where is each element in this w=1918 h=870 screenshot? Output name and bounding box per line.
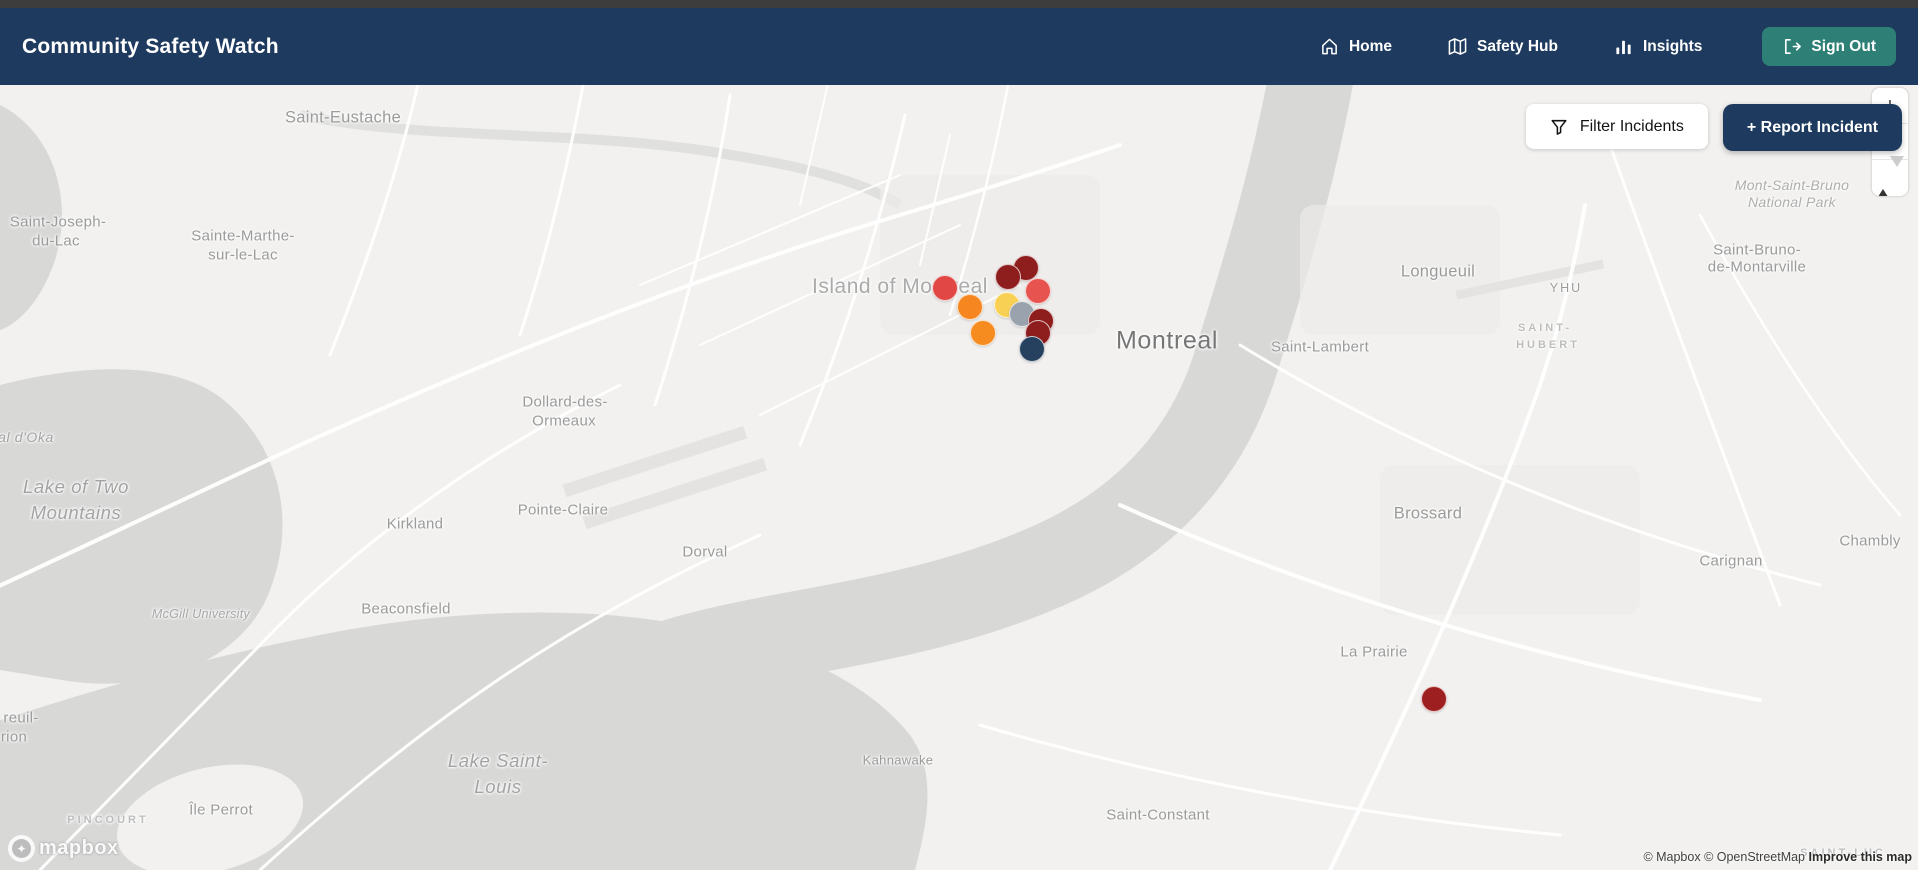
- map-label-sur-le-lac: sur-le-Lac: [208, 246, 278, 264]
- map-label-al-d-oka: al d'Oka: [0, 429, 54, 445]
- compass-button[interactable]: [1872, 156, 1908, 196]
- map-label-ormeaux: Ormeaux: [532, 412, 596, 430]
- sign-out-button[interactable]: Sign Out: [1762, 27, 1896, 66]
- map-label-sainte-marthe: Sainte-Marthe-: [191, 227, 295, 245]
- main-nav: Home Safety Hub Insights Sign Out: [1320, 27, 1896, 66]
- map-label-dollard-des: Dollard-des-: [522, 393, 608, 411]
- incident-marker[interactable]: [1019, 336, 1045, 362]
- app-header: Community Safety Watch Home Safety Hub I…: [0, 8, 1918, 85]
- map-label-hubert: HUBERT: [1516, 339, 1580, 351]
- map-label-pointe-claire: Pointe-Claire: [517, 501, 609, 519]
- map-toolbar: Filter Incidents + Report Incident: [1525, 104, 1902, 151]
- map-canvas[interactable]: Saint-Eustache Saint-Joseph-du-Lac Sainte-…: [0, 85, 1918, 870]
- map-label-reuil: reuil-: [3, 709, 39, 727]
- incident-marker[interactable]: [970, 320, 996, 346]
- report-incident-button[interactable]: + Report Incident: [1722, 104, 1902, 151]
- map-label-yhu: YHU: [1549, 281, 1583, 295]
- map-label-de-montarville: de-Montarville: [1707, 258, 1807, 276]
- nav-item-label: Insights: [1643, 37, 1703, 55]
- mapbox-logo-icon: ✦: [8, 835, 35, 862]
- compass-icon-south: [1890, 156, 1904, 189]
- map-label-mcgill-university: McGill University: [151, 607, 251, 621]
- sign-out-icon: [1785, 39, 1802, 54]
- map-label-brossard: Brossard: [1393, 504, 1463, 523]
- map-label-pincourt: PINCOURT: [67, 814, 149, 826]
- map-label-saint-lambert: Saint-Lambert: [1270, 338, 1370, 356]
- map-label-la-prairie: La Prairie: [1340, 643, 1408, 661]
- map-label-lake-saint: Lake Saint-: [447, 750, 549, 771]
- openstreetmap-attribution-link[interactable]: © OpenStreetMap: [1704, 850, 1805, 864]
- bar-chart-icon: [1616, 40, 1631, 55]
- map-label-saint-joseph: Saint-Joseph-: [9, 213, 107, 231]
- nav-item-label: Safety Hub: [1477, 37, 1558, 55]
- map-label-rion: rion: [0, 728, 28, 746]
- map-label-saint: SAINT-: [1517, 322, 1573, 334]
- nav-item-safety-hub[interactable]: Safety Hub: [1448, 37, 1558, 56]
- top-strip: [0, 0, 1918, 8]
- map-icon: [1448, 38, 1467, 55]
- map-label-kirkland: Kirkland: [386, 515, 444, 533]
- nav-item-label: Home: [1348, 37, 1393, 55]
- nav-item-insights[interactable]: Insights: [1614, 37, 1702, 56]
- map-label-longueuil: Longueuil: [1400, 262, 1476, 281]
- map-label-mont-saint-bruno: Mont-Saint-Bruno: [1734, 177, 1850, 193]
- map-label-lake-of-two: Lake of Two: [22, 476, 130, 497]
- map-label-carignan: Carignan: [1699, 552, 1763, 570]
- map-label-du-lac: du-Lac: [32, 232, 80, 250]
- map-label-le-perrot: Île Perrot: [189, 801, 253, 819]
- map-label-kahnawake: Kahnawake: [862, 752, 934, 768]
- map-label-chambly: Chambly: [1839, 532, 1901, 550]
- sign-out-label: Sign Out: [1811, 37, 1876, 55]
- map-label-mountains: Mountains: [30, 502, 122, 523]
- incident-marker[interactable]: [1025, 278, 1051, 304]
- filter-incidents-label: Filter Incidents: [1579, 117, 1684, 135]
- mapbox-logo-text: mapbox: [39, 837, 119, 859]
- filter-incidents-button[interactable]: Filter Incidents: [1525, 104, 1708, 149]
- map-label-dorval: Dorval: [682, 543, 728, 561]
- mapbox-logo[interactable]: ✦ mapbox: [8, 835, 119, 862]
- filter-icon: [1551, 119, 1567, 135]
- improve-this-map-link[interactable]: Improve this map: [1809, 850, 1913, 864]
- incident-marker[interactable]: [957, 294, 983, 320]
- map-label-saint-constant: Saint-Constant: [1106, 806, 1210, 824]
- incident-marker[interactable]: [1421, 686, 1447, 712]
- compass-icon: [1876, 167, 1890, 196]
- app-title: Community Safety Watch: [22, 34, 279, 58]
- map-label-montreal: Montreal: [1115, 326, 1219, 355]
- map-geography: [0, 85, 1902, 870]
- map-label-louis: Louis: [474, 776, 522, 797]
- incident-marker[interactable]: [932, 275, 958, 301]
- map-label-national-park: National Park: [1748, 194, 1836, 210]
- incident-marker[interactable]: [995, 264, 1021, 290]
- map-attribution: © Mapbox © OpenStreetMap Improve this ma…: [1643, 850, 1912, 864]
- nav-item-home[interactable]: Home: [1320, 37, 1392, 56]
- map-label-saint-eustache: Saint-Eustache: [284, 108, 402, 127]
- map-label-saint-bruno: Saint-Bruno-: [1713, 241, 1801, 259]
- map-label-beaconsfield: Beaconsfield: [361, 600, 451, 618]
- home-icon: [1322, 38, 1337, 55]
- mapbox-attribution-link[interactable]: © Mapbox: [1643, 850, 1700, 864]
